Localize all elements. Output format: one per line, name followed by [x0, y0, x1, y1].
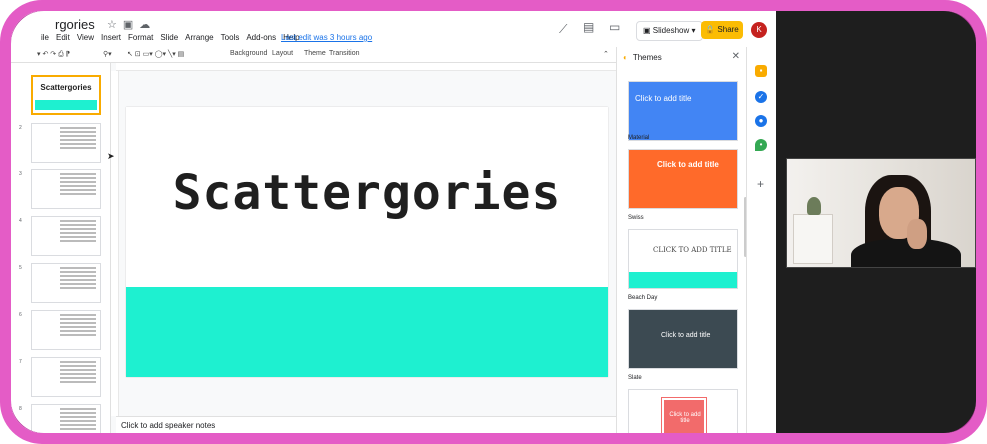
theme-name-beach-day: Beach Day [628, 295, 658, 301]
theme-name-slate: Slate [628, 375, 642, 381]
person-body [851, 239, 961, 267]
slide-thumbnail-4[interactable] [31, 216, 101, 256]
slide-number: 8 [19, 406, 22, 412]
transition-button[interactable]: Transition [329, 50, 359, 57]
menu-tools[interactable]: Tools [221, 33, 240, 42]
slide-canvas[interactable]: Scattergories [126, 107, 608, 377]
slideshow-button[interactable]: ▣ Slideshow ▾ [636, 21, 703, 41]
theme-card-accent [629, 272, 737, 288]
keep-icon[interactable]: ▪ [755, 65, 767, 77]
present-options-icon[interactable]: ▭ [609, 20, 620, 34]
menu-insert[interactable]: Insert [101, 33, 121, 42]
person-hand [907, 219, 927, 249]
theme-card-slate[interactable]: Click to add title [628, 309, 738, 369]
title-icons: ☆▣☁ [107, 18, 156, 31]
star-icon[interactable]: ☆ [107, 19, 123, 31]
screen-frame: rgories ☆▣☁ ile Edit View Insert Format … [0, 0, 987, 444]
slideshow-label: Slideshow [652, 26, 690, 35]
theme-card-5[interactable]: Click to add title [628, 389, 738, 433]
close-icon[interactable]: ✕ [732, 51, 740, 62]
webcam-video [786, 158, 976, 268]
side-rail: ▪ ✓ ● • + [746, 47, 776, 433]
plant [807, 197, 821, 215]
slide-thumbnail-1[interactable]: Scattergories [31, 75, 101, 115]
theme-card-title: Click to add title [669, 412, 701, 424]
share-button[interactable]: 🔒 Share [701, 21, 743, 39]
thumbnail-title: Scattergories [40, 83, 92, 92]
contacts-icon[interactable]: ● [755, 115, 767, 127]
theme-name-swiss: Swiss [628, 215, 644, 221]
palette-icon: ◐ [623, 53, 628, 62]
video-area [776, 11, 976, 433]
shelf [793, 214, 833, 264]
layout-button[interactable]: Layout [272, 50, 293, 57]
menu-edit[interactable]: Edit [56, 33, 70, 42]
theme-card-swiss[interactable]: Click to add title [628, 149, 738, 209]
slide-number: 3 [19, 171, 22, 177]
zoom-icon[interactable]: ⚲▾ [103, 50, 112, 58]
slide-number: 4 [19, 218, 22, 224]
slide-number: 2 [19, 125, 22, 131]
themes-title: Themes [632, 53, 662, 62]
maps-icon[interactable]: • [755, 139, 767, 151]
comments-icon[interactable]: ▤ [583, 20, 594, 34]
menu-format[interactable]: Format [128, 33, 153, 42]
document-title[interactable]: rgories [55, 17, 95, 32]
tasks-icon[interactable]: ✓ [755, 91, 767, 103]
slide-number: 6 [19, 312, 22, 318]
thumbnail-accent-bar [35, 100, 97, 110]
slide-thumbnail-6[interactable] [31, 310, 101, 350]
menu-view[interactable]: View [77, 33, 94, 42]
slide-thumbnail-7[interactable] [31, 357, 101, 397]
mouse-cursor-icon: ➤ [107, 151, 115, 161]
add-addon-icon[interactable]: + [757, 177, 764, 191]
theme-name-material: Material [628, 135, 650, 141]
theme-card-title: Click to add title [661, 332, 711, 339]
slide-thumbnail-3[interactable] [31, 169, 101, 209]
slide-filmstrip: Scattergories 2 3 4 5 6 7 8 [11, 63, 111, 433]
horizontal-ruler[interactable] [116, 63, 616, 71]
last-edit-link[interactable]: Last edit was 3 hours ago [281, 33, 372, 42]
vertical-ruler[interactable] [111, 71, 119, 416]
menu-file[interactable]: ile [41, 33, 49, 42]
select-icon[interactable]: ↖ ⊡ ▭▾ ◯▾ ╲▾ ▤ [127, 50, 184, 58]
slide-accent-bar[interactable] [126, 287, 608, 377]
slide-thumbnail-8[interactable] [31, 404, 101, 433]
menu-slide[interactable]: Slide [160, 33, 178, 42]
account-avatar[interactable]: K [751, 22, 767, 38]
theme-button[interactable]: Theme [304, 50, 326, 57]
themes-panel: ◐ Themes ✕ Click to add title Material Cl… [616, 47, 747, 433]
collapse-icon[interactable]: ⌃ [603, 50, 609, 58]
themes-header: ◐ Themes [617, 47, 747, 69]
top-bar: rgories ☆▣☁ ile Edit View Insert Format … [11, 11, 776, 47]
menu-addons[interactable]: Add-ons [246, 33, 276, 42]
speaker-notes[interactable]: Click to add speaker notes [116, 416, 616, 433]
cloud-icon: ☁ [139, 19, 157, 31]
menu-arrange[interactable]: Arrange [185, 33, 213, 42]
slide-thumbnail-2[interactable] [31, 123, 101, 163]
share-label: Share [717, 25, 739, 34]
slides-app: rgories ☆▣☁ ile Edit View Insert Format … [11, 11, 776, 433]
theme-card-title: Click to add title [657, 160, 719, 169]
theme-card-title: Click to add title [635, 94, 692, 103]
slide-thumbnail-5[interactable] [31, 263, 101, 303]
activity-icon[interactable]: ⟋ [559, 22, 567, 37]
slide-title[interactable]: Scattergories [126, 165, 608, 221]
menu-bar: ile Edit View Insert Format Slide Arrang… [41, 33, 300, 42]
theme-card-material[interactable]: Click to add title [628, 81, 738, 141]
slide-number: 7 [19, 359, 22, 365]
slide-number: 5 [19, 265, 22, 271]
folder-icon[interactable]: ▣ [123, 19, 139, 31]
theme-card-title: CLICK TO ADD TITLE [653, 246, 732, 254]
theme-card-beach-day[interactable]: CLICK TO ADD TITLE [628, 229, 738, 289]
new-slide-icon[interactable]: ▾ ↶ ↷ ⎙ ⁋ [37, 50, 70, 59]
background-button[interactable]: Background [230, 50, 267, 57]
